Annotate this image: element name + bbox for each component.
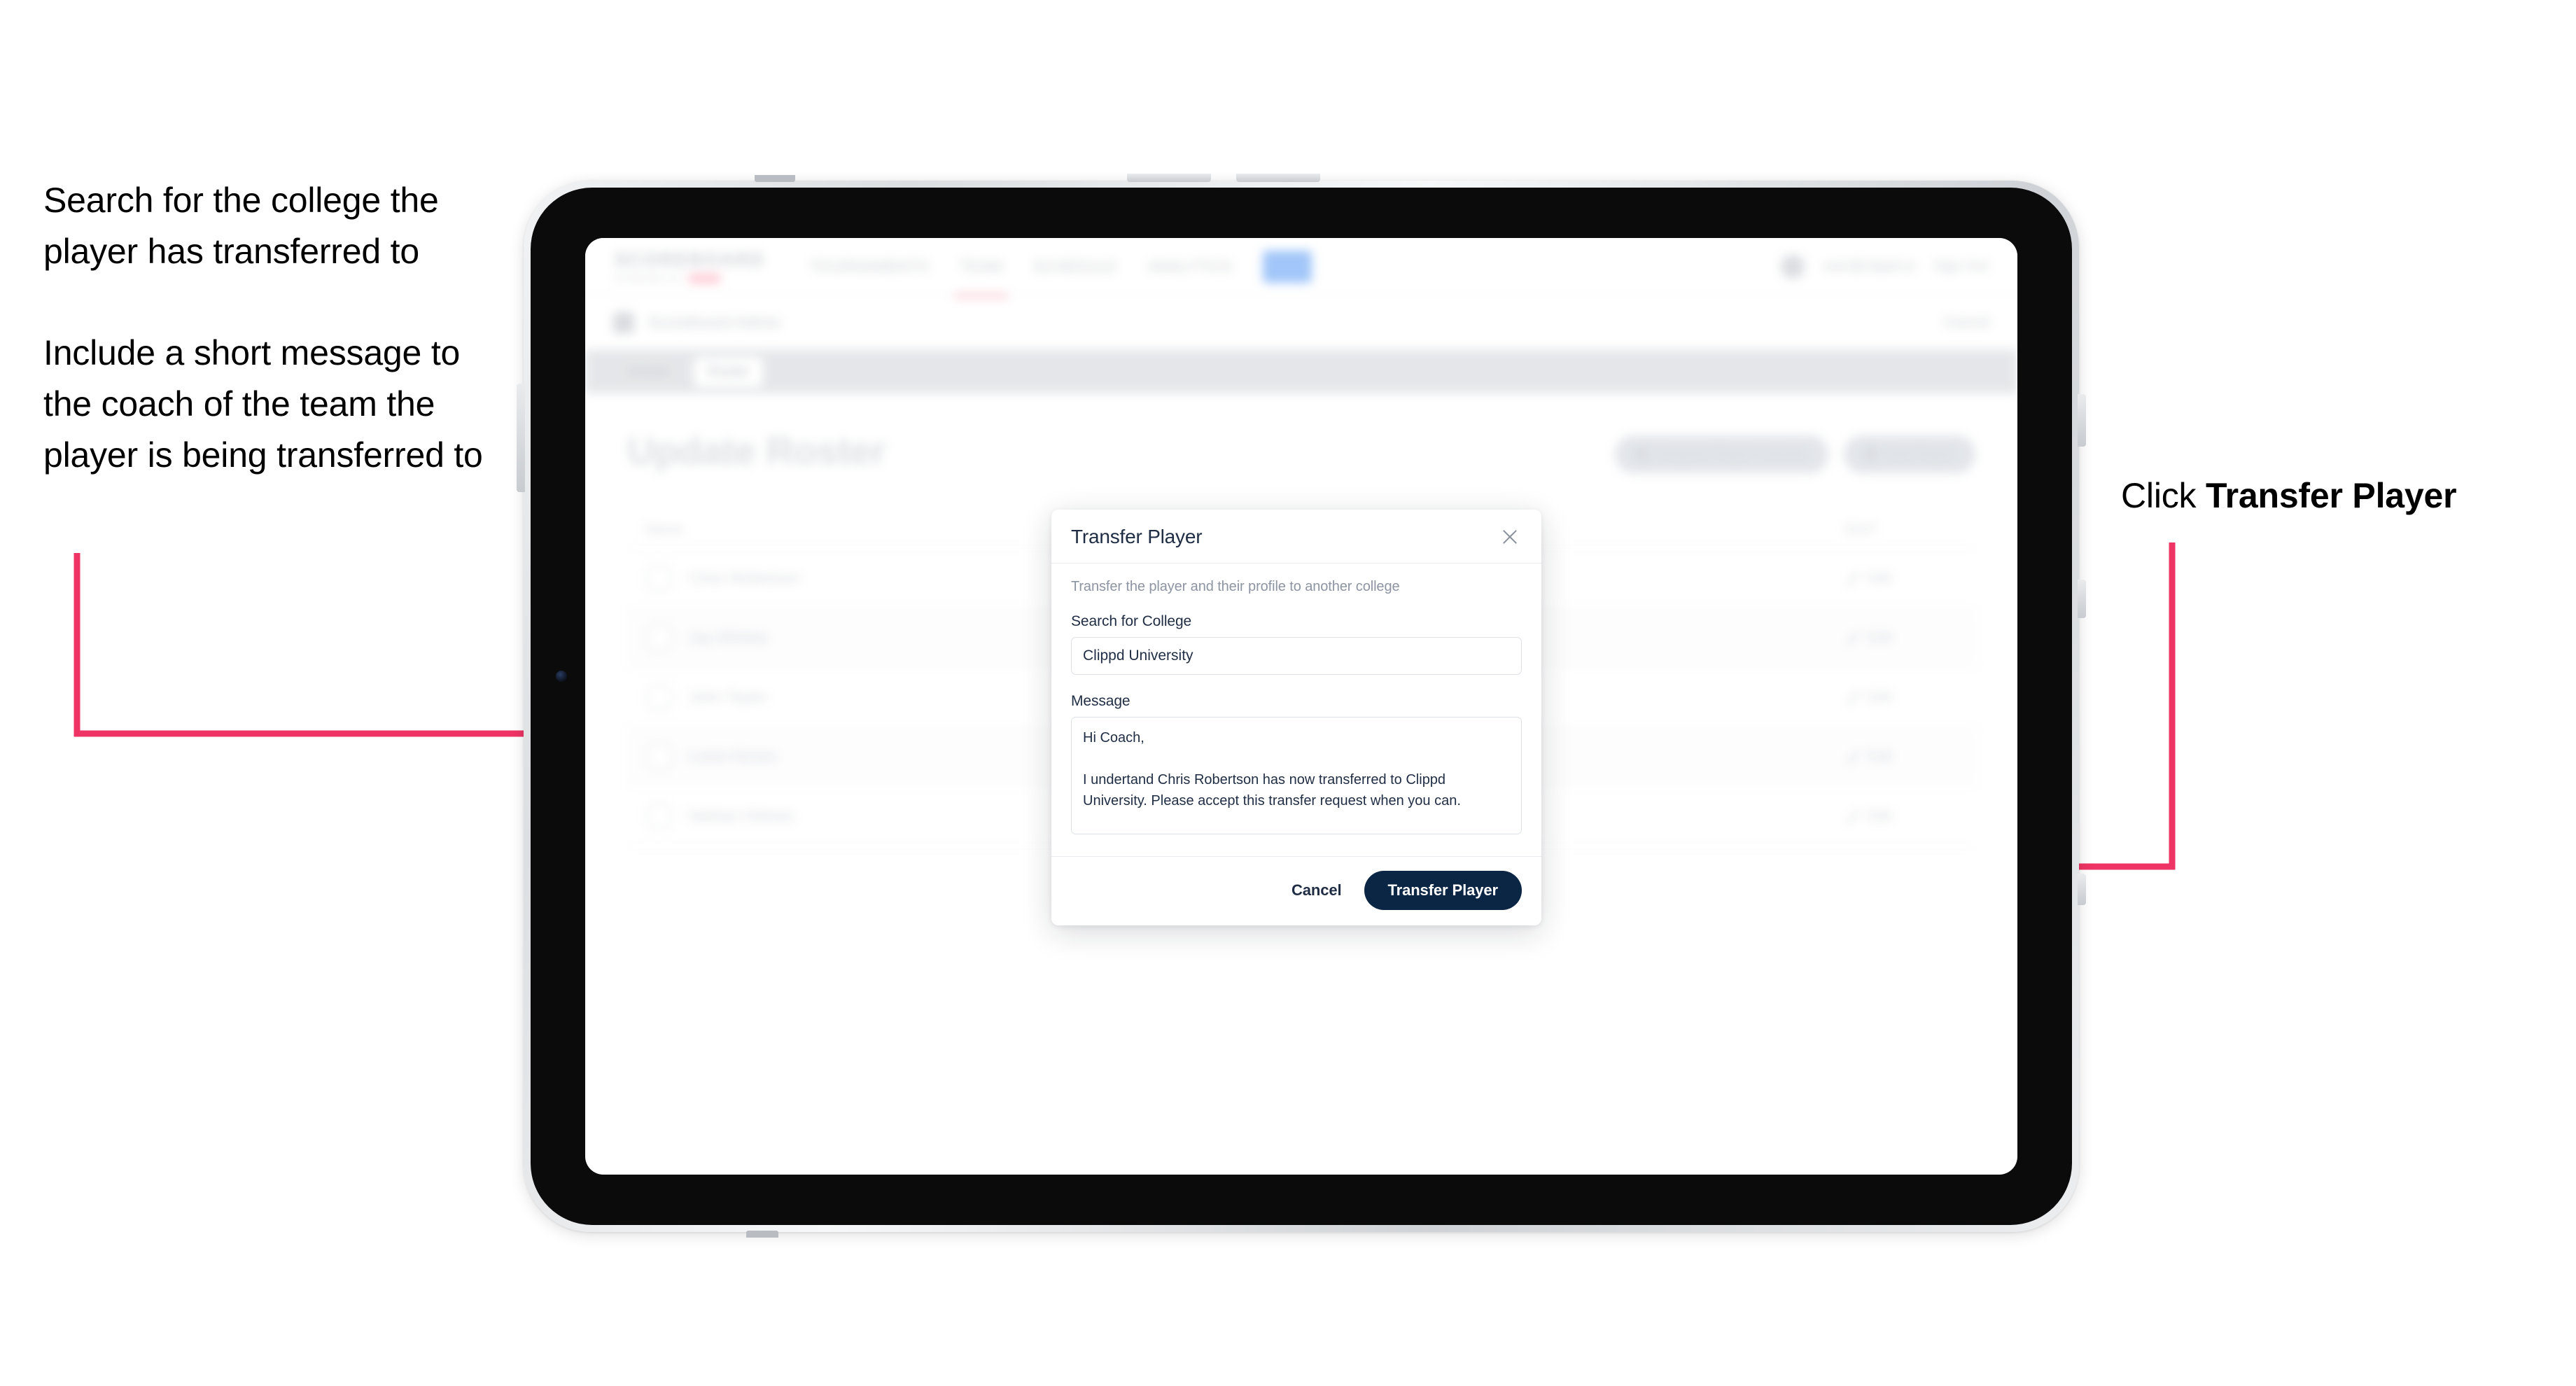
- annotation-note-search-college: Search for the college the player has tr…: [43, 181, 439, 271]
- antenna-band-bottom: [746, 1231, 778, 1238]
- tablet-device: SCOREBOARD POWERED BY clippd TOURNAMENTS…: [517, 174, 2086, 1238]
- transfer-player-submit-button[interactable]: Transfer Player: [1364, 871, 1522, 910]
- power-button[interactable]: [517, 384, 525, 492]
- volume-up-button[interactable]: [1127, 174, 1211, 182]
- annotation-note-include-message: Include a short message to the coach of …: [43, 333, 483, 475]
- antenna-band-right-3: [2078, 874, 2086, 905]
- transfer-player-dialog: Transfer Player Transfer the player and …: [1051, 510, 1541, 925]
- annotation-note-click-transfer: Click Transfer Player: [2121, 470, 2569, 522]
- antenna-band-right-1: [2078, 394, 2086, 447]
- front-camera: [556, 671, 567, 682]
- device-bezel: SCOREBOARD POWERED BY clippd TOURNAMENTS…: [531, 188, 2072, 1225]
- message-textarea[interactable]: [1071, 717, 1522, 834]
- antenna-band-top: [755, 175, 795, 182]
- annotation-right-prefix: Click: [2121, 476, 2206, 515]
- dialog-body: Transfer the player and their profile to…: [1051, 564, 1541, 856]
- cancel-button[interactable]: Cancel: [1287, 874, 1346, 906]
- dialog-title: Transfer Player: [1071, 526, 1203, 547]
- antenna-band-right-2: [2078, 580, 2086, 618]
- annotation-right-bold: Transfer Player: [2206, 476, 2457, 515]
- volume-down-button[interactable]: [1236, 174, 1320, 182]
- dialog-description: Transfer the player and their profile to…: [1071, 579, 1400, 594]
- field-spacer: [1071, 675, 1522, 693]
- search-college-label: Search for College: [1071, 613, 1192, 629]
- message-label: Message: [1071, 693, 1130, 709]
- dialog-header: Transfer Player: [1051, 510, 1541, 564]
- device-screen: SCOREBOARD POWERED BY clippd TOURNAMENTS…: [585, 238, 2017, 1175]
- search-college-input[interactable]: [1071, 637, 1522, 675]
- close-icon[interactable]: [1498, 525, 1522, 549]
- dialog-footer: Cancel Transfer Player: [1051, 856, 1541, 925]
